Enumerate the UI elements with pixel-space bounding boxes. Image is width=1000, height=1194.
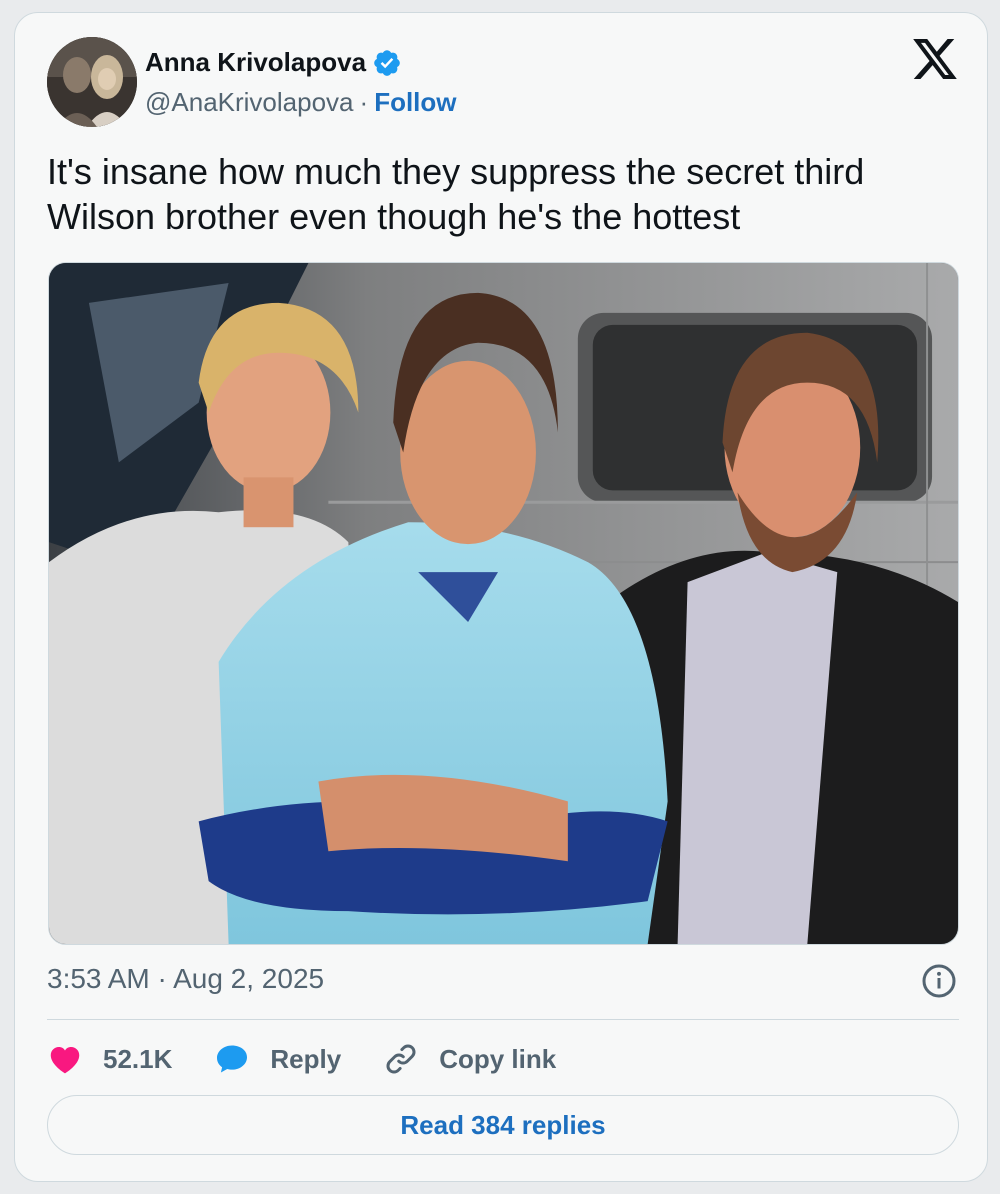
reply-bubble-icon bbox=[217, 1045, 248, 1073]
reply-label: Reply bbox=[270, 1043, 342, 1074]
copy-link-button[interactable]: Copy link bbox=[383, 1041, 556, 1077]
link-icon bbox=[386, 1044, 416, 1074]
copy-link-label: Copy link bbox=[439, 1043, 557, 1074]
reply-button[interactable]: Reply bbox=[214, 1041, 341, 1077]
handle-separator: · bbox=[359, 87, 369, 117]
author-name-row[interactable]: Anna Krivolapova bbox=[145, 47, 402, 78]
heart-icon bbox=[50, 1047, 80, 1074]
tweet-text-line-2: Wilson brother even though he's the hott… bbox=[47, 196, 741, 237]
like-count: 52.1K bbox=[103, 1043, 173, 1074]
follow-link[interactable]: Follow bbox=[374, 87, 456, 117]
author-handle[interactable]: @AnaKrivolapova bbox=[145, 87, 354, 117]
avatar-image bbox=[47, 37, 137, 127]
author-name[interactable]: Anna Krivolapova bbox=[145, 47, 366, 78]
tweet-media-photo[interactable] bbox=[48, 262, 959, 945]
tweet-card: Anna Krivolapova @AnaKrivolapova · Follow … bbox=[14, 12, 988, 1182]
tweet-time: 3:53 AM bbox=[47, 963, 150, 994]
verified-badge-icon bbox=[374, 49, 400, 76]
action-bar: 52.1K Reply Copy link bbox=[47, 1037, 598, 1081]
divider bbox=[47, 1019, 959, 1020]
author-avatar[interactable] bbox=[47, 37, 137, 127]
tweet-date: Aug 2, 2025 bbox=[173, 963, 325, 994]
tweet-text: It's insane how much they suppress the s… bbox=[47, 149, 947, 239]
read-replies-button[interactable]: Read 384 replies bbox=[47, 1095, 959, 1155]
like-button[interactable]: 52.1K bbox=[47, 1041, 172, 1077]
photo-illustration bbox=[49, 263, 958, 944]
x-logo-icon[interactable] bbox=[913, 39, 957, 79]
timestamp-separator: · bbox=[157, 963, 167, 994]
tweet-text-line-1: It's insane how much they suppress the s… bbox=[47, 151, 865, 192]
tweet-timestamp[interactable]: 3:53 AM · Aug 2, 2025 bbox=[47, 963, 324, 995]
author-handle-row: @AnaKrivolapova · Follow bbox=[145, 87, 457, 118]
info-icon[interactable] bbox=[921, 963, 957, 999]
